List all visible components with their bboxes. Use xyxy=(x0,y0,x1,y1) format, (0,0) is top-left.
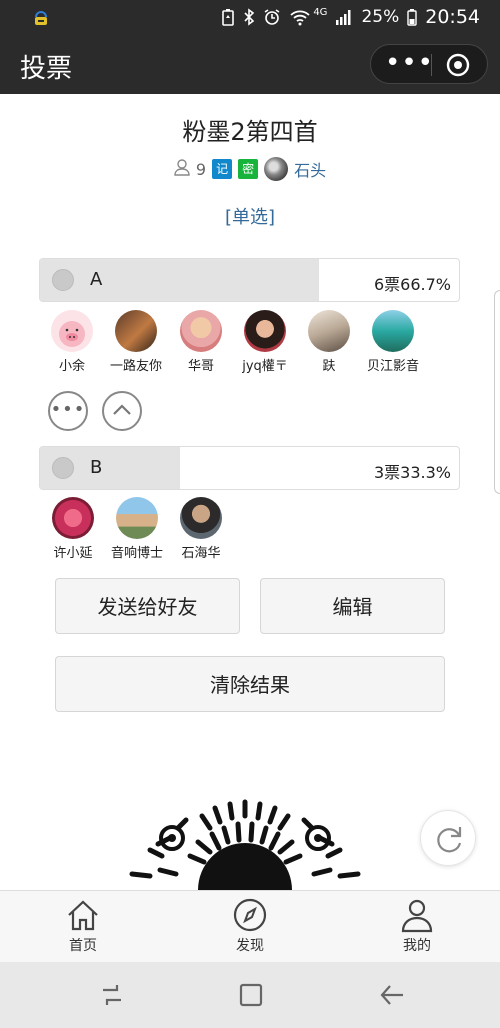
send-to-friend-button[interactable]: 发送给好友 xyxy=(55,578,240,634)
app-notification-icon xyxy=(32,9,50,31)
voter-avatar xyxy=(308,310,350,352)
battery-saver-icon xyxy=(221,8,235,26)
battery-percent: 25% xyxy=(361,7,400,27)
option-radio[interactable] xyxy=(52,457,74,479)
poll-meta: 9 记 密 石头 xyxy=(0,157,500,181)
voter-avatar xyxy=(372,310,414,352)
record-tag: 记 xyxy=(212,159,233,179)
chevron-up-icon xyxy=(113,404,131,415)
compass-icon xyxy=(233,898,267,932)
voter[interactable]: jyq權〒 xyxy=(230,310,300,374)
bluetooth-icon xyxy=(243,8,255,26)
option-b-row[interactable]: B 3票33.3% xyxy=(39,446,460,490)
wifi-icon xyxy=(289,8,311,26)
title-bar: 投票 ••• xyxy=(0,36,500,94)
voter-name: jyq權〒 xyxy=(242,359,288,374)
recent-apps-icon[interactable] xyxy=(97,980,127,1010)
back-icon[interactable] xyxy=(377,980,407,1010)
voter[interactable]: 小余 xyxy=(37,310,107,374)
voter-avatar xyxy=(180,310,222,352)
voter-avatar xyxy=(52,497,94,539)
option-label: B xyxy=(90,457,103,478)
tab-bar: 首页 发现 我的 xyxy=(0,890,500,963)
user-icon xyxy=(401,899,433,933)
scroll-indicator xyxy=(494,290,500,494)
voter-name: 音响博士 xyxy=(110,546,163,561)
voter[interactable]: 趺 xyxy=(294,310,364,374)
battery-icon xyxy=(407,8,417,26)
more-dots-icon: ••• xyxy=(50,399,86,420)
voter[interactable]: 贝江影音 xyxy=(358,310,428,374)
more-dots-icon[interactable]: ••• xyxy=(385,50,433,79)
tab-me[interactable]: 我的 xyxy=(372,897,462,955)
voter-name: 小余 xyxy=(58,359,85,374)
miniprogram-capsule: ••• xyxy=(370,44,488,84)
more-voters-button[interactable]: ••• xyxy=(48,391,88,431)
poll-mode: [单选] xyxy=(224,207,276,228)
tab-discover[interactable]: 发现 xyxy=(205,897,295,955)
voter-name: 华哥 xyxy=(187,359,214,374)
voter-name: 趺 xyxy=(322,359,336,374)
alarm-icon xyxy=(263,8,281,26)
system-nav-bar xyxy=(0,962,500,1028)
network-type: 4G xyxy=(313,6,328,18)
participant-count: 9 xyxy=(195,159,207,179)
clear-results-button[interactable]: 清除结果 xyxy=(55,656,445,712)
voter-avatar xyxy=(244,310,286,352)
vote-fill-bar xyxy=(40,259,320,301)
voter-avatar xyxy=(115,310,157,352)
target-icon[interactable] xyxy=(445,52,471,78)
voter[interactable]: 石海华 xyxy=(166,497,236,561)
clock: 20:54 xyxy=(425,6,480,28)
voter-avatar xyxy=(51,310,93,352)
refresh-icon xyxy=(437,827,462,853)
tab-label: 我的 xyxy=(403,938,431,954)
creator-name[interactable]: 石头 xyxy=(294,157,326,181)
option-stat: 3票33.3% xyxy=(373,463,451,482)
option-a-row[interactable]: A 6票66.7% xyxy=(39,258,460,302)
voter[interactable]: 一路友你 xyxy=(101,310,171,374)
page-title: 投票 xyxy=(20,54,73,84)
voter-name: 许小延 xyxy=(53,546,93,561)
tab-home[interactable]: 首页 xyxy=(38,897,128,955)
option-label: A xyxy=(90,269,103,290)
voter-avatar xyxy=(116,497,158,539)
option-radio[interactable] xyxy=(52,269,74,291)
option-stat: 6票66.7% xyxy=(373,275,451,294)
poll-title: 粉墨2第四首 xyxy=(182,118,318,146)
edit-button[interactable]: 编辑 xyxy=(260,578,445,634)
tab-label: 首页 xyxy=(69,938,97,954)
status-bar: 4G 25% 20:54 xyxy=(0,0,500,36)
voter[interactable]: 音响博士 xyxy=(102,497,172,561)
home-button-icon[interactable] xyxy=(236,980,266,1010)
voter-name: 一路友你 xyxy=(109,359,162,374)
voter[interactable]: 许小延 xyxy=(38,497,108,561)
voter-name: 贝江影音 xyxy=(366,359,419,374)
home-icon xyxy=(68,900,98,931)
person-icon xyxy=(174,158,190,180)
secret-tag: 密 xyxy=(238,159,259,179)
refresh-button[interactable] xyxy=(420,810,476,866)
voter-avatar xyxy=(180,497,222,539)
tab-label: 发现 xyxy=(236,938,264,954)
creator-avatar[interactable] xyxy=(264,157,289,181)
miniprogram-code xyxy=(120,790,370,890)
signal-icon xyxy=(335,9,353,25)
collapse-voters-button[interactable] xyxy=(102,391,142,431)
voter-name: 石海华 xyxy=(181,546,221,561)
voter[interactable]: 华哥 xyxy=(166,310,236,374)
capsule-divider xyxy=(431,54,432,76)
